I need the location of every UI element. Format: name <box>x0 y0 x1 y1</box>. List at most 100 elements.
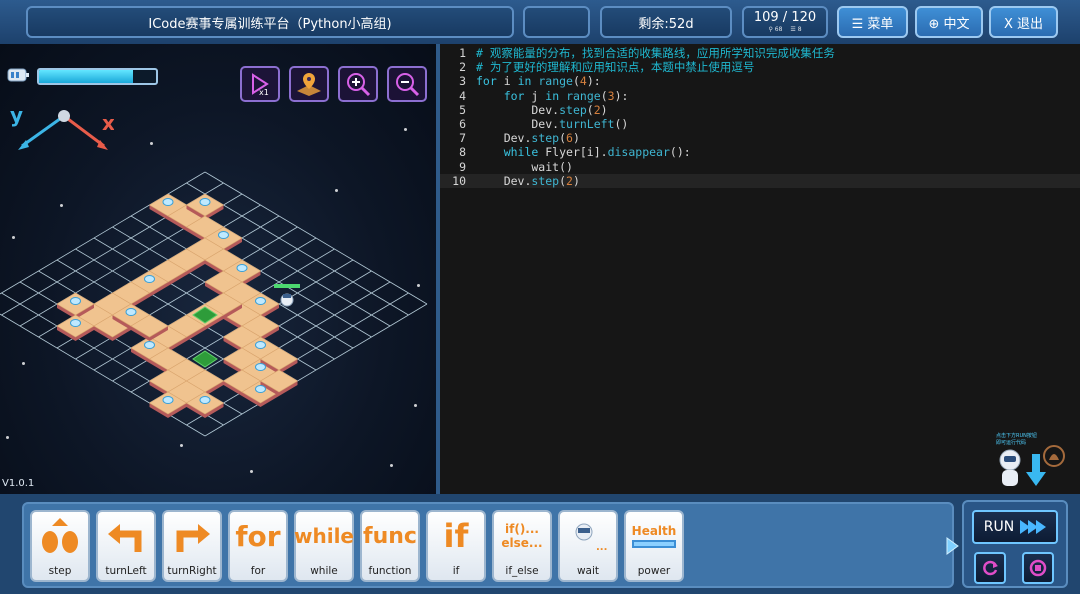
while-block-icon: while <box>294 524 354 548</box>
code-line[interactable]: 10 Dev.step(2) <box>440 173 1080 188</box>
block-function[interactable]: func function <box>360 510 420 582</box>
stat-a: ⚲ 68 <box>768 26 783 33</box>
line-number: 5 <box>459 102 466 117</box>
energy-bar <box>37 68 158 85</box>
bottom-toolbar: step turnLeft turnRight for for while while fun… <box>0 494 1080 594</box>
block-label: if <box>452 565 460 577</box>
level-progress: 109 / 120 ⚲ 68 ☰ 8 <box>742 6 828 38</box>
wait-block-icon: ... <box>560 512 616 560</box>
menu-button[interactable]: ☰ 菜单 <box>837 6 908 38</box>
block-power[interactable]: Health power <box>624 510 684 582</box>
refresh-icon <box>983 560 998 576</box>
helper-text-1: 点击下方RUN按钮 <box>996 432 1037 439</box>
line-number: 9 <box>459 159 466 174</box>
blank-box <box>523 6 590 38</box>
remaining-days: 剩余:52d <box>600 6 732 38</box>
progress-stats: ⚲ 68 ☰ 8 <box>768 27 801 33</box>
stop-button[interactable] <box>1022 552 1054 584</box>
helper-text-2: 即可运行代码 <box>996 439 1026 446</box>
energy-fill <box>39 70 133 83</box>
expand-arrow-icon[interactable] <box>944 536 960 556</box>
code-text: wait() <box>476 159 573 174</box>
version-label: V1.0.1 <box>2 478 35 489</box>
zoom-out-button[interactable] <box>387 66 427 102</box>
block-label: power <box>637 565 671 577</box>
code-line[interactable]: 9 wait() <box>440 160 1080 174</box>
line-number: 10 <box>452 173 466 188</box>
code-text: Dev.turnLeft() <box>476 117 629 131</box>
line-number: 8 <box>459 145 466 160</box>
step-block-icon <box>32 512 88 560</box>
turnright-block-icon <box>164 512 220 560</box>
block-if[interactable]: if if <box>426 510 486 582</box>
line-number: 3 <box>459 74 466 89</box>
block-for[interactable]: for for <box>228 510 288 582</box>
map-pin-icon <box>297 73 321 96</box>
block-label: step <box>48 565 72 577</box>
line-number: 6 <box>459 117 466 131</box>
svg-text:...: ... <box>596 542 607 553</box>
fast-forward-icon <box>1020 520 1047 534</box>
zoom-out-icon <box>396 73 420 97</box>
helper-robot: 点击下方RUN按钮 即可运行代码 <box>996 432 1065 486</box>
code-line[interactable]: 3 for i in range(4): <box>440 74 1080 88</box>
code-line[interactable]: 8 while Flyer[i].disappear(): <box>440 145 1080 159</box>
map-button[interactable] <box>289 66 329 102</box>
block-label: turnRight <box>167 565 217 577</box>
turnleft-block-icon <box>98 512 154 560</box>
exit-button[interactable]: X 退出 <box>989 6 1058 38</box>
block-label: function <box>368 565 412 577</box>
battery-icon <box>7 68 29 82</box>
block-if-else[interactable]: if()... else... if_else <box>492 510 552 582</box>
for-block-icon: for <box>235 519 281 553</box>
function-block-icon: func <box>363 523 417 549</box>
top-bar: ICode赛事专属训练平台（Python小高组) 剩余:52d 109 / 12… <box>0 0 1080 44</box>
speed-button[interactable]: x1 <box>240 66 280 102</box>
robot <box>274 284 300 307</box>
progress-count: 109 / 120 <box>753 10 817 25</box>
code-line[interactable]: 7 Dev.step(6) <box>440 131 1080 145</box>
line-number: 1 <box>459 46 466 60</box>
code-line[interactable]: 2 # 为了更好的理解和应用知识点，本题中禁止使用逗号 <box>440 60 1080 74</box>
svg-text:x1: x1 <box>259 88 269 97</box>
code-text: while Flyer[i].disappear(): <box>503 145 691 160</box>
block-turnleft[interactable]: turnLeft <box>96 510 156 582</box>
axis-y-label: y <box>10 103 23 127</box>
axis-x-label: x <box>102 111 114 135</box>
line-number: 2 <box>459 60 466 75</box>
block-label: turnLeft <box>105 565 147 577</box>
block-label: wait <box>576 565 600 577</box>
block-turnright[interactable]: turnRight <box>162 510 222 582</box>
block-step[interactable]: step <box>30 510 90 582</box>
code-text: for j in range(3): <box>503 88 629 103</box>
block-wait[interactable]: ... wait <box>558 510 618 582</box>
run-button[interactable]: RUN <box>972 510 1058 544</box>
stop-icon <box>1029 559 1047 577</box>
block-label: if_else <box>505 565 539 577</box>
game-panel: y x x1 V1.0.1 <box>0 44 436 494</box>
block-label: while <box>310 565 338 577</box>
line-number: 4 <box>459 88 466 103</box>
language-button[interactable]: ⊕ 中文 <box>915 6 983 38</box>
blocks-panel: step turnLeft turnRight for for while while fun… <box>22 502 954 588</box>
code-line[interactable]: 1 # 观察能量的分布，找到合适的收集路线，应用所学知识完成收集任务 <box>440 46 1080 60</box>
block-label: for <box>250 565 266 577</box>
speed-icon: x1 <box>252 73 269 97</box>
code-text: Dev.step(2) <box>476 102 608 117</box>
axis-indicator: y x <box>10 103 114 150</box>
page-title: ICode赛事专属训练平台（Python小高组) <box>26 6 514 38</box>
code-editor[interactable]: 1 # 观察能量的分布，找到合适的收集路线，应用所学知识完成收集任务 2 # 为了更好… <box>440 44 1080 494</box>
if-block-icon: if <box>443 517 469 555</box>
block-while[interactable]: while while <box>294 510 354 582</box>
code-line[interactable]: 6 Dev.turnLeft() <box>440 117 1080 131</box>
code-line[interactable]: 4 for j in range(3): <box>440 89 1080 103</box>
zoom-in-button[interactable] <box>338 66 378 102</box>
code-text: Dev.step(6) <box>476 131 580 146</box>
code-line[interactable]: 5 Dev.step(2) <box>440 103 1080 117</box>
run-panel: RUN <box>962 500 1068 588</box>
reset-button[interactable] <box>974 552 1006 584</box>
power-block-icon: Health <box>626 512 682 560</box>
code-text: Dev.step(2) <box>476 173 580 188</box>
zoom-in-icon <box>347 73 371 97</box>
code-text: for i in range(4): <box>476 74 601 89</box>
